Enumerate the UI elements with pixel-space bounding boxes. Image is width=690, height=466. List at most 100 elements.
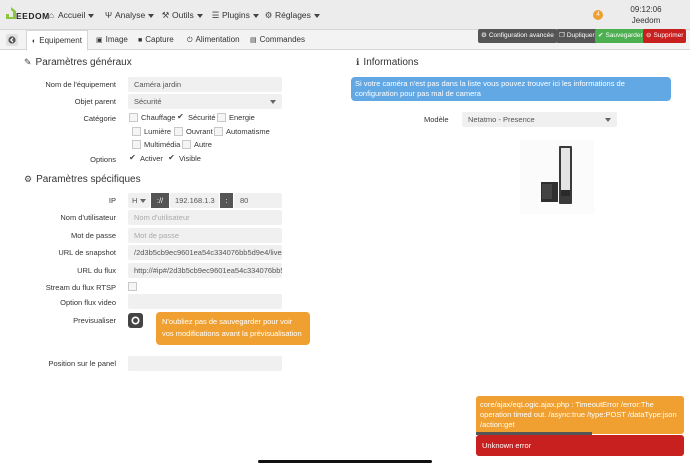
parent-object-select[interactable]: Sécurité [128, 94, 282, 109]
copy-icon: ❐ [559, 32, 565, 39]
nav-reglages[interactable]: ⚙ Réglages [264, 10, 320, 21]
clock: 09:12:06 Jeedom [628, 5, 664, 25]
equipment-name-input[interactable]: Caméra jardin [128, 77, 282, 92]
option-activer[interactable]: ✔ Activer [128, 153, 163, 164]
video-option-label: Option flux video [60, 298, 116, 307]
option-visible[interactable]: ✔ Visible [167, 153, 201, 164]
jeedom-logo[interactable]: EEDOM [4, 4, 49, 26]
password-label: Mot de passe [70, 231, 116, 240]
delete-button[interactable]: ⊖ Supprimer [643, 29, 687, 43]
checkmark-icon[interactable]: ✔ [128, 153, 137, 163]
model-select[interactable]: Netatmo - Presence [462, 112, 617, 127]
tab-capture[interactable]: ■ Capture [133, 30, 179, 50]
panel-position-label: Position sur le panel [48, 359, 116, 368]
category-energie[interactable]: Energie [217, 112, 255, 123]
user-label: Nom d'utilisateur [60, 213, 116, 222]
checkbox[interactable] [132, 126, 141, 136]
nav-outils[interactable]: ⚒ Outils [161, 10, 203, 21]
hostname: Jeedom [631, 16, 661, 25]
preview-label: Previsualiser [73, 316, 116, 325]
options-label: Options [90, 155, 116, 164]
category-ouvrant[interactable]: Ouvrant [174, 126, 213, 137]
username-input[interactable]: Nom d'utilisateur [128, 210, 282, 225]
notification-badge[interactable]: 4 [593, 10, 603, 20]
duplicate-button[interactable]: ❐ Dupliquer [556, 29, 598, 43]
chevron-down-icon [270, 100, 276, 104]
checkmark-icon[interactable]: ✔ [167, 153, 176, 163]
back-button[interactable] [6, 34, 18, 46]
protocol-separator: :// [151, 193, 169, 208]
nav-plugins[interactable]: ☰ Plugins [211, 10, 259, 21]
name-label: Nom de l'équipement [45, 80, 116, 89]
tab-equipement[interactable]: ◐ Equipement [26, 30, 88, 51]
dashboard-icon: Ψ [104, 10, 113, 20]
home-indicator [258, 460, 432, 463]
preview-button[interactable] [128, 313, 143, 328]
general-section-title: ✎ Paramètres généraux [24, 57, 132, 68]
port-separator: : [220, 193, 233, 208]
protocol-select[interactable]: H [128, 193, 150, 208]
checkbox[interactable] [214, 126, 223, 136]
category-chauffage[interactable]: Chauffage [129, 112, 175, 123]
parent-label: Objet parent [74, 97, 116, 106]
preview-warning-alert: N'oubliez pas de sauvegarder pour voir v… [156, 312, 310, 345]
tab-alimentation[interactable]: ⏻ Alimentation [182, 30, 245, 50]
chevron-down-icon [605, 118, 611, 122]
unknown-error-alert[interactable]: Unknown error [476, 435, 684, 456]
ip-label: IP [108, 196, 116, 205]
checkbox[interactable] [182, 139, 191, 149]
category-autre[interactable]: Autre [182, 139, 212, 150]
chevron-down-icon [148, 13, 155, 18]
image-icon: ▣ [96, 37, 103, 44]
category-multimedia[interactable]: Multimédia [132, 139, 180, 150]
category-automatisme[interactable]: Automatisme [214, 126, 270, 137]
camera-image [520, 140, 594, 214]
specific-section-title: ⚙ Paramètres spécifiques [24, 174, 141, 185]
model-label: Modèle [424, 115, 449, 124]
category-lumiere[interactable]: Lumière [132, 126, 171, 137]
cogs-icon: ⚙ [481, 32, 487, 39]
chevron-down-icon [140, 199, 146, 203]
wrench-icon: ✎ [24, 57, 32, 67]
port-input[interactable]: 80 [234, 193, 282, 208]
checkmark-icon[interactable]: ✔ [176, 112, 185, 122]
tab-commandes[interactable]: ▤ Commandes [245, 30, 310, 50]
advanced-config-button[interactable]: ⚙ Configuration avancée [478, 29, 557, 43]
checkbox[interactable] [129, 112, 138, 122]
wrench-icon: ⚒ [161, 10, 170, 20]
checkbox[interactable] [132, 139, 141, 149]
video-icon: ■ [138, 37, 143, 44]
password-input[interactable]: Mot de passe [128, 228, 282, 243]
snapshot-url-label: URL de snapshot [58, 248, 116, 257]
chevron-down-icon [313, 13, 320, 18]
home-icon: ⌂ [48, 10, 55, 20]
video-option-input[interactable] [128, 294, 282, 309]
info-circle-icon: ℹ [356, 57, 360, 67]
gears-icon: ⚙ [264, 10, 273, 20]
arrow-left-circle-icon [8, 36, 16, 44]
category-label: Catégorie [83, 114, 116, 123]
checkbox[interactable] [174, 126, 183, 136]
rtsp-label: Stream du flux RTSP [45, 283, 116, 292]
stream-url-label: URL du flux [77, 266, 116, 275]
checkbox[interactable] [217, 112, 226, 122]
info-section-title: ℹ Informations [356, 57, 419, 68]
panel-position-input[interactable] [128, 356, 282, 371]
tachometer-icon: ◐ [32, 38, 37, 45]
snapshot-url-input[interactable]: /2d3b5cb9ec9601ea54c334076bb5d9e4/live/ [128, 245, 282, 260]
tab-image[interactable]: ▣ Image [91, 30, 133, 50]
info-alert: Si votre caméra n'est pas dans la liste … [351, 77, 671, 101]
checkbox[interactable] [128, 281, 137, 291]
rtsp-checkbox[interactable] [128, 281, 140, 292]
stream-url-input[interactable]: http://#ip#/2d3b5cb9ec9601ea54c334076bb5 [128, 263, 282, 278]
nav-accueil[interactable]: ⌂ Accueil [47, 10, 95, 20]
toggle-icon [131, 316, 140, 325]
cogs-icon: ⚙ [24, 174, 33, 184]
nav-analyse[interactable]: Ψ Analyse [104, 10, 155, 20]
ip-input[interactable]: 192.168.1.3 [170, 193, 219, 208]
chevron-down-icon [88, 13, 95, 18]
timeout-error-alert[interactable]: core/ajax/eqLogic.ajax.php : TimeoutErro… [476, 396, 684, 434]
save-button[interactable]: ✔ Sauvegarder [595, 29, 646, 43]
power-icon: ⏻ [187, 37, 193, 44]
category-securite[interactable]: ✔ Sécurité [176, 112, 215, 123]
